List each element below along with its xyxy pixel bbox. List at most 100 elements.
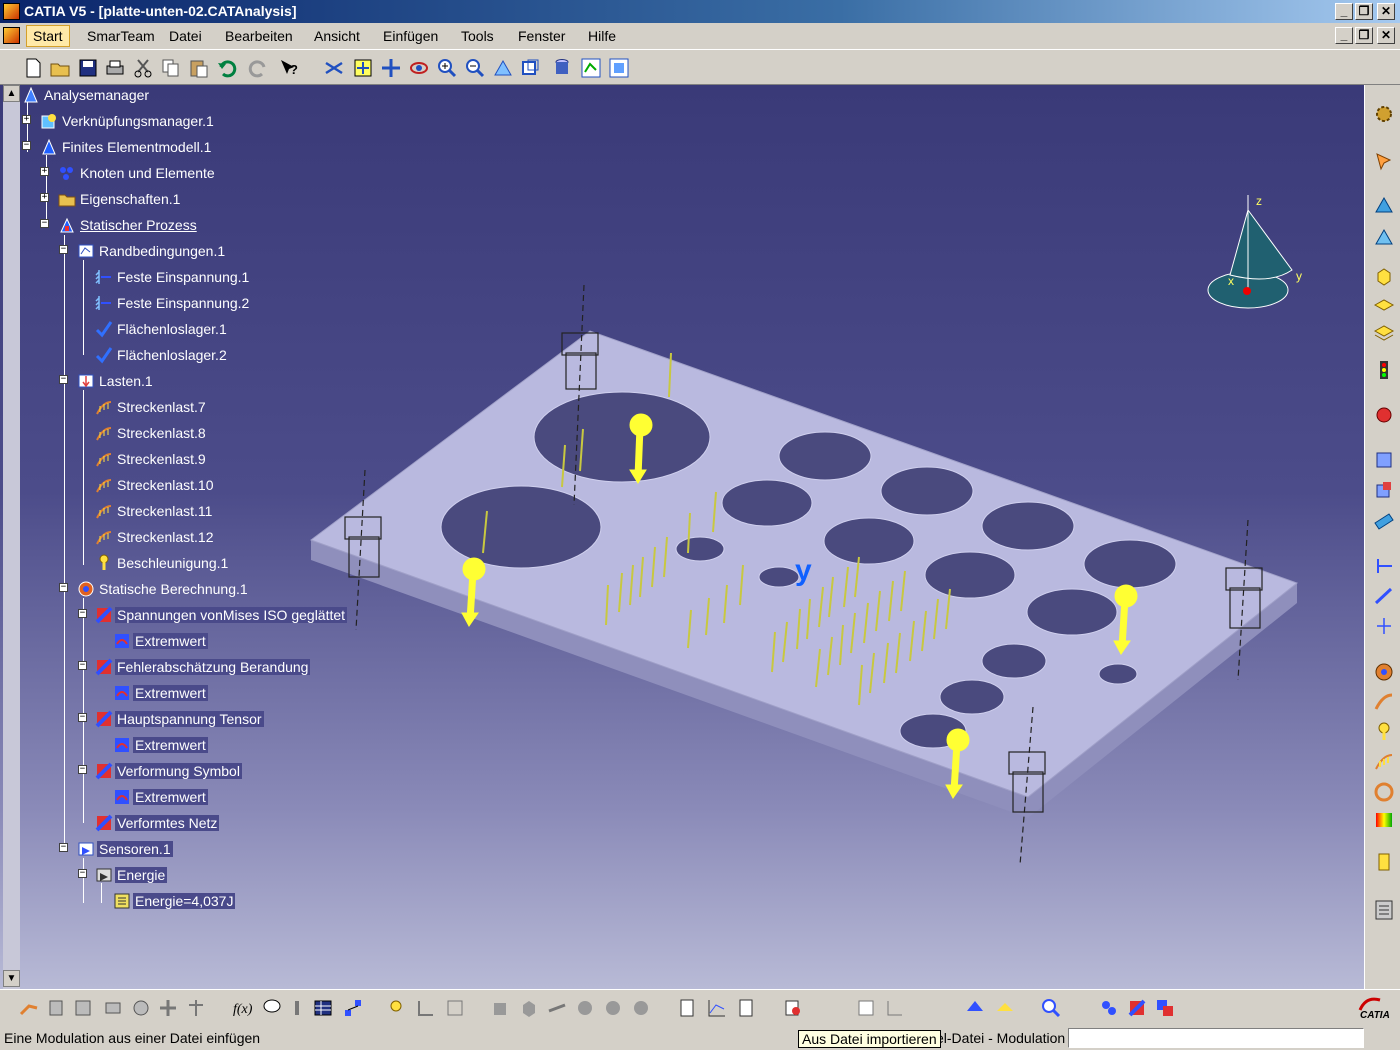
undo-icon[interactable]: [216, 57, 238, 79]
history-icon[interactable]: [735, 997, 757, 1019]
collapse-toggle[interactable]: −: [78, 609, 87, 618]
expand-toggle[interactable]: +: [22, 115, 31, 124]
analysis-connection-icon[interactable]: [1098, 997, 1120, 1019]
compass-icon[interactable]: [1207, 195, 1293, 309]
fly-mode-icon[interactable]: [323, 57, 345, 79]
report-icon[interactable]: [676, 997, 698, 1019]
network-icon[interactable]: [342, 997, 364, 1019]
formula-icon[interactable]: f(x): [231, 997, 253, 1019]
zoom-out-icon[interactable]: [464, 57, 486, 79]
collapse-toggle[interactable]: −: [78, 713, 87, 722]
pivot-icon[interactable]: [1373, 615, 1395, 637]
light-sources-icon[interactable]: [387, 997, 409, 1019]
pressure-icon[interactable]: [1373, 661, 1395, 683]
axis-tool-icon[interactable]: [884, 997, 906, 1019]
3d-viewport[interactable]: y z y x z y x ▲ ▼ Analysemanager +: [0, 85, 1364, 989]
collapse-toggle[interactable]: −: [59, 375, 68, 384]
mesh-tetra-icon[interactable]: [1373, 195, 1395, 217]
document-icon[interactable]: [3, 27, 20, 44]
import-modulation-icon[interactable]: [782, 997, 804, 1019]
collapse-toggle[interactable]: −: [40, 219, 49, 228]
isostatic-icon[interactable]: [1373, 555, 1395, 577]
collapse-toggle[interactable]: −: [78, 661, 87, 670]
rotate-icon[interactable]: [408, 57, 430, 79]
hand-tool-icon[interactable]: [45, 997, 67, 1019]
open-file-icon[interactable]: [49, 57, 71, 79]
menu-smarteam[interactable]: SmarTeam: [87, 28, 155, 44]
dimension-icon[interactable]: [415, 997, 437, 1019]
calculator-icon[interactable]: [1373, 899, 1395, 921]
close-button[interactable]: ✕: [1377, 3, 1395, 20]
traffic-light-icon[interactable]: [1373, 359, 1395, 381]
paste-icon[interactable]: [188, 57, 210, 79]
distributed-force-icon[interactable]: [1373, 691, 1395, 713]
copy-icon[interactable]: [160, 57, 182, 79]
expand-toggle[interactable]: +: [40, 193, 49, 202]
whats-this-icon[interactable]: ?: [278, 57, 300, 79]
compare-tool-icon[interactable]: [157, 997, 179, 1019]
collapse-toggle[interactable]: −: [59, 583, 68, 592]
scroll-up-arrow[interactable]: ▲: [3, 85, 20, 102]
search-icon[interactable]: [1040, 997, 1062, 1019]
menu-tools[interactable]: Tools: [461, 28, 494, 44]
temperature-field-icon[interactable]: [1373, 809, 1395, 831]
select-cursor-icon[interactable]: [1373, 151, 1395, 173]
mesh-group-icon[interactable]: [490, 997, 512, 1019]
scroll-down-arrow[interactable]: ▼: [3, 970, 20, 987]
view-mode-icon[interactable]: [551, 57, 573, 79]
mesh-update-icon[interactable]: [602, 997, 624, 1019]
zoom-in-icon[interactable]: [436, 57, 458, 79]
menu-datei[interactable]: Datei: [169, 28, 202, 44]
mesh-cut-icon[interactable]: [546, 997, 568, 1019]
save-icon[interactable]: [77, 57, 99, 79]
hide-show-icon[interactable]: [580, 57, 602, 79]
menu-fenster[interactable]: Fenster: [518, 28, 565, 44]
collapse-toggle[interactable]: −: [78, 765, 87, 774]
sensor-tool-icon[interactable]: [1373, 851, 1395, 873]
sketch-icon[interactable]: [444, 997, 466, 1019]
shading-icon[interactable]: [994, 997, 1016, 1019]
acceleration-tool-icon[interactable]: [1373, 721, 1395, 743]
table-icon[interactable]: [312, 997, 334, 1019]
menu-bearbeiten[interactable]: Bearbeiten: [225, 28, 293, 44]
cut-icon[interactable]: [132, 57, 154, 79]
tree-scrollbar[interactable]: ▲ ▼: [3, 85, 20, 989]
normal-view-icon[interactable]: [492, 57, 514, 79]
part-tool-icon[interactable]: [72, 997, 94, 1019]
mesh-image-icon[interactable]: [630, 997, 652, 1019]
collapse-toggle[interactable]: −: [22, 141, 31, 150]
settings-tool-icon[interactable]: [102, 997, 124, 1019]
tree-tool-icon[interactable]: [185, 997, 207, 1019]
swap-visible-space-icon[interactable]: [608, 57, 630, 79]
quick-view-icon[interactable]: [520, 57, 542, 79]
menu-ansicht[interactable]: Ansicht: [314, 28, 360, 44]
mechanical-restraint-icon[interactable]: [1373, 479, 1395, 501]
collapse-toggle[interactable]: −: [59, 843, 68, 852]
advanced-restraint-icon[interactable]: [1373, 509, 1395, 531]
analysis-assembly-icon[interactable]: [130, 997, 152, 1019]
doc-restore-button[interactable]: ❐: [1355, 27, 1373, 44]
grid-icon[interactable]: [855, 997, 877, 1019]
knowledge-icon[interactable]: [286, 997, 308, 1019]
slider-icon[interactable]: [1373, 585, 1395, 607]
image-layout-icon[interactable]: [1154, 997, 1176, 1019]
doc-minimize-button[interactable]: _: [1335, 27, 1353, 44]
compute-gear-icon[interactable]: [1373, 103, 1395, 125]
mesh-cube-icon[interactable]: [518, 997, 540, 1019]
menu-einfuegen[interactable]: Einfügen: [383, 28, 438, 44]
print-icon[interactable]: [104, 57, 126, 79]
property-shell-icon[interactable]: [1373, 293, 1395, 315]
clamp-tool-icon[interactable]: [1373, 449, 1395, 471]
line-force-icon[interactable]: [1373, 751, 1395, 773]
plot-icon[interactable]: [706, 997, 728, 1019]
mesh-surface-icon[interactable]: [1373, 227, 1395, 249]
enforced-displacement-icon[interactable]: [1373, 781, 1395, 803]
render-icon[interactable]: [964, 997, 986, 1019]
analysis-tool-icon[interactable]: [18, 997, 40, 1019]
doc-close-button[interactable]: ✕: [1377, 27, 1395, 44]
menu-hilfe[interactable]: Hilfe: [588, 28, 616, 44]
new-file-icon[interactable]: [22, 57, 44, 79]
expand-toggle[interactable]: +: [40, 167, 49, 176]
menu-start[interactable]: Start: [26, 25, 70, 47]
pan-icon[interactable]: [380, 57, 402, 79]
